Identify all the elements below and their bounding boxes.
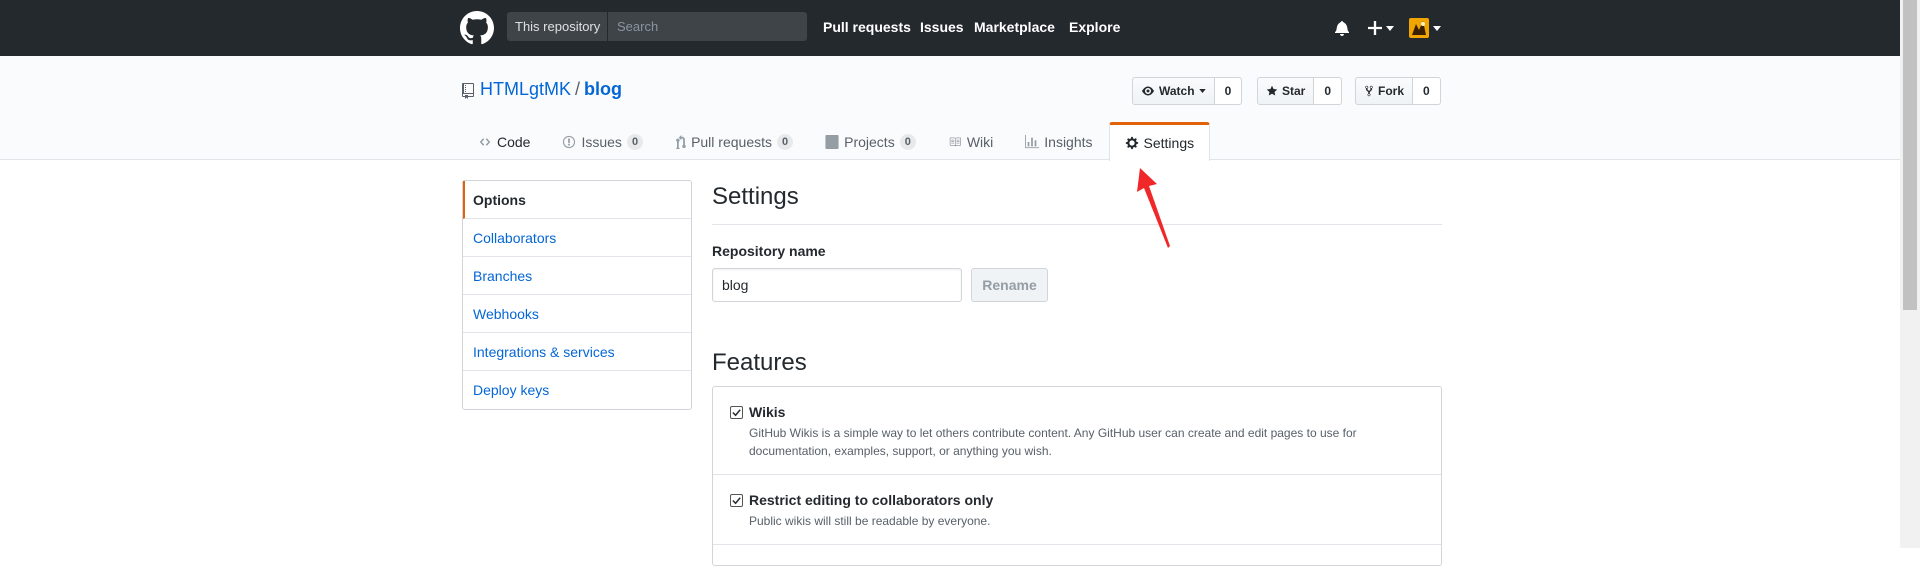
feature-description: Public wikis will still be readable by e…: [749, 514, 991, 528]
feature-row-wikis: Wikis GitHub Wikis is a simple way to le…: [713, 387, 1441, 475]
features-box: Wikis GitHub Wikis is a simple way to le…: [712, 386, 1442, 566]
menu-item-integrations[interactable]: Integrations & services: [463, 333, 691, 371]
nav-pull-requests[interactable]: Pull requests: [823, 19, 911, 35]
repo-name-input[interactable]: [712, 268, 962, 302]
settings-subhead: Settings: [712, 183, 1442, 225]
tab-projects-label: Projects: [844, 133, 895, 150]
repo-owner-link[interactable]: HTMLgtMK: [480, 79, 571, 99]
repo-title: HTMLgtMK / blog: [480, 79, 622, 100]
chevron-down-icon[interactable]: [1386, 26, 1394, 31]
fork-label: Fork: [1378, 84, 1405, 98]
avatar[interactable]: [1409, 18, 1429, 38]
scrollbar[interactable]: [1900, 0, 1920, 548]
repo-header: HTMLgtMK / blog Watch 0 Star 0 Fork 0 Code…: [0, 56, 1900, 161]
star-button-group: Star 0: [1257, 77, 1343, 105]
page-title: Settings: [712, 183, 799, 210]
tab-insights[interactable]: Insights: [1009, 122, 1108, 160]
book-icon: [949, 137, 961, 146]
nav-issues[interactable]: Issues: [920, 19, 964, 35]
graph-icon: [1025, 134, 1040, 148]
project-icon: [825, 134, 839, 149]
fork-button-group: Fork 0: [1355, 77, 1441, 105]
fork-icon: [1365, 85, 1373, 97]
tab-wiki[interactable]: Wiki: [932, 122, 1009, 160]
checkmark-icon: [732, 497, 741, 505]
pulls-counter: 0: [777, 133, 794, 150]
feature-title: Restrict editing to collaborators only: [749, 492, 994, 508]
tab-pulls-label: Pull requests: [691, 133, 772, 150]
feature-desc-line: documentation, examples, support, or any…: [749, 444, 1052, 458]
restrict-editing-checkbox[interactable]: [730, 494, 743, 507]
gear-icon: [1125, 136, 1138, 150]
nav-marketplace[interactable]: Marketplace: [974, 19, 1055, 35]
eye-icon: [1142, 86, 1154, 96]
tab-projects[interactable]: Projects 0: [809, 122, 932, 160]
pull-request-icon: [676, 134, 686, 149]
tab-settings[interactable]: Settings: [1108, 122, 1211, 161]
feature-description: GitHub Wikis is a simple way to let othe…: [749, 424, 1425, 460]
annotation-arrow-icon: [1137, 168, 1170, 248]
repo-name-link[interactable]: blog: [584, 79, 622, 99]
tab-issues-label: Issues: [581, 133, 622, 150]
menu-item-collaborators[interactable]: Collaborators: [463, 219, 691, 257]
tab-code-label: Code: [497, 133, 531, 150]
search-input[interactable]: [607, 12, 807, 41]
feature-row-restrict-editing: Restrict editing to collaborators only P…: [713, 475, 1441, 545]
issues-counter: 0: [626, 133, 644, 150]
checkmark-icon: [732, 409, 741, 417]
star-button[interactable]: Star: [1257, 77, 1315, 105]
plus-icon[interactable]: [1368, 21, 1382, 35]
fork-count[interactable]: 0: [1413, 77, 1441, 105]
chevron-down-icon[interactable]: [1433, 26, 1441, 31]
menu-item-webhooks[interactable]: Webhooks: [463, 295, 691, 333]
tab-pull-requests[interactable]: Pull requests 0: [659, 122, 809, 160]
tab-issues[interactable]: Issues 0: [546, 122, 659, 160]
issue-icon: [563, 135, 576, 148]
global-header: This repository Pull requests Issues Mar…: [0, 0, 1900, 56]
tab-settings-label: Settings: [1143, 135, 1195, 151]
watch-button[interactable]: Watch: [1132, 77, 1215, 105]
feature-title: Wikis: [749, 404, 786, 420]
notifications-bell-icon[interactable]: [1335, 20, 1349, 36]
menu-item-branches[interactable]: Branches: [463, 257, 691, 295]
scrollbar-thumb[interactable]: [1903, 0, 1917, 310]
settings-menu: Options Collaborators Branches Webhooks …: [462, 180, 692, 410]
tab-wiki-label: Wiki: [966, 133, 994, 150]
features-title: Features: [712, 349, 807, 376]
fork-button[interactable]: Fork: [1355, 77, 1414, 105]
chevron-down-icon: [1198, 89, 1206, 93]
code-icon: [479, 137, 491, 146]
star-label: Star: [1282, 84, 1306, 98]
repo-nav: Code Issues 0 Pull requests 0 Projects 0…: [462, 122, 1211, 161]
tab-code[interactable]: Code: [462, 122, 546, 160]
nav-explore[interactable]: Explore: [1069, 19, 1120, 35]
repo-name-label: Repository name: [712, 243, 826, 259]
tab-insights-label: Insights: [1044, 133, 1093, 150]
menu-item-deploy-keys[interactable]: Deploy keys: [463, 371, 691, 409]
feature-desc-line: GitHub Wikis is a simple way to let othe…: [749, 426, 1357, 440]
rename-button[interactable]: Rename: [971, 268, 1048, 302]
wikis-checkbox[interactable]: [730, 406, 743, 419]
watch-label: Watch: [1159, 84, 1195, 98]
repo-icon: [462, 83, 474, 99]
menu-item-options[interactable]: Options: [463, 181, 691, 219]
watch-count[interactable]: 0: [1214, 77, 1243, 105]
repo-title-separator: /: [575, 79, 581, 99]
watch-button-group: Watch 0: [1132, 77, 1243, 105]
projects-counter: 0: [899, 133, 916, 150]
search-scope-label: This repository: [507, 12, 607, 41]
github-logo-icon[interactable]: [460, 11, 494, 45]
star-count[interactable]: 0: [1314, 77, 1343, 105]
star-icon: [1266, 85, 1278, 96]
